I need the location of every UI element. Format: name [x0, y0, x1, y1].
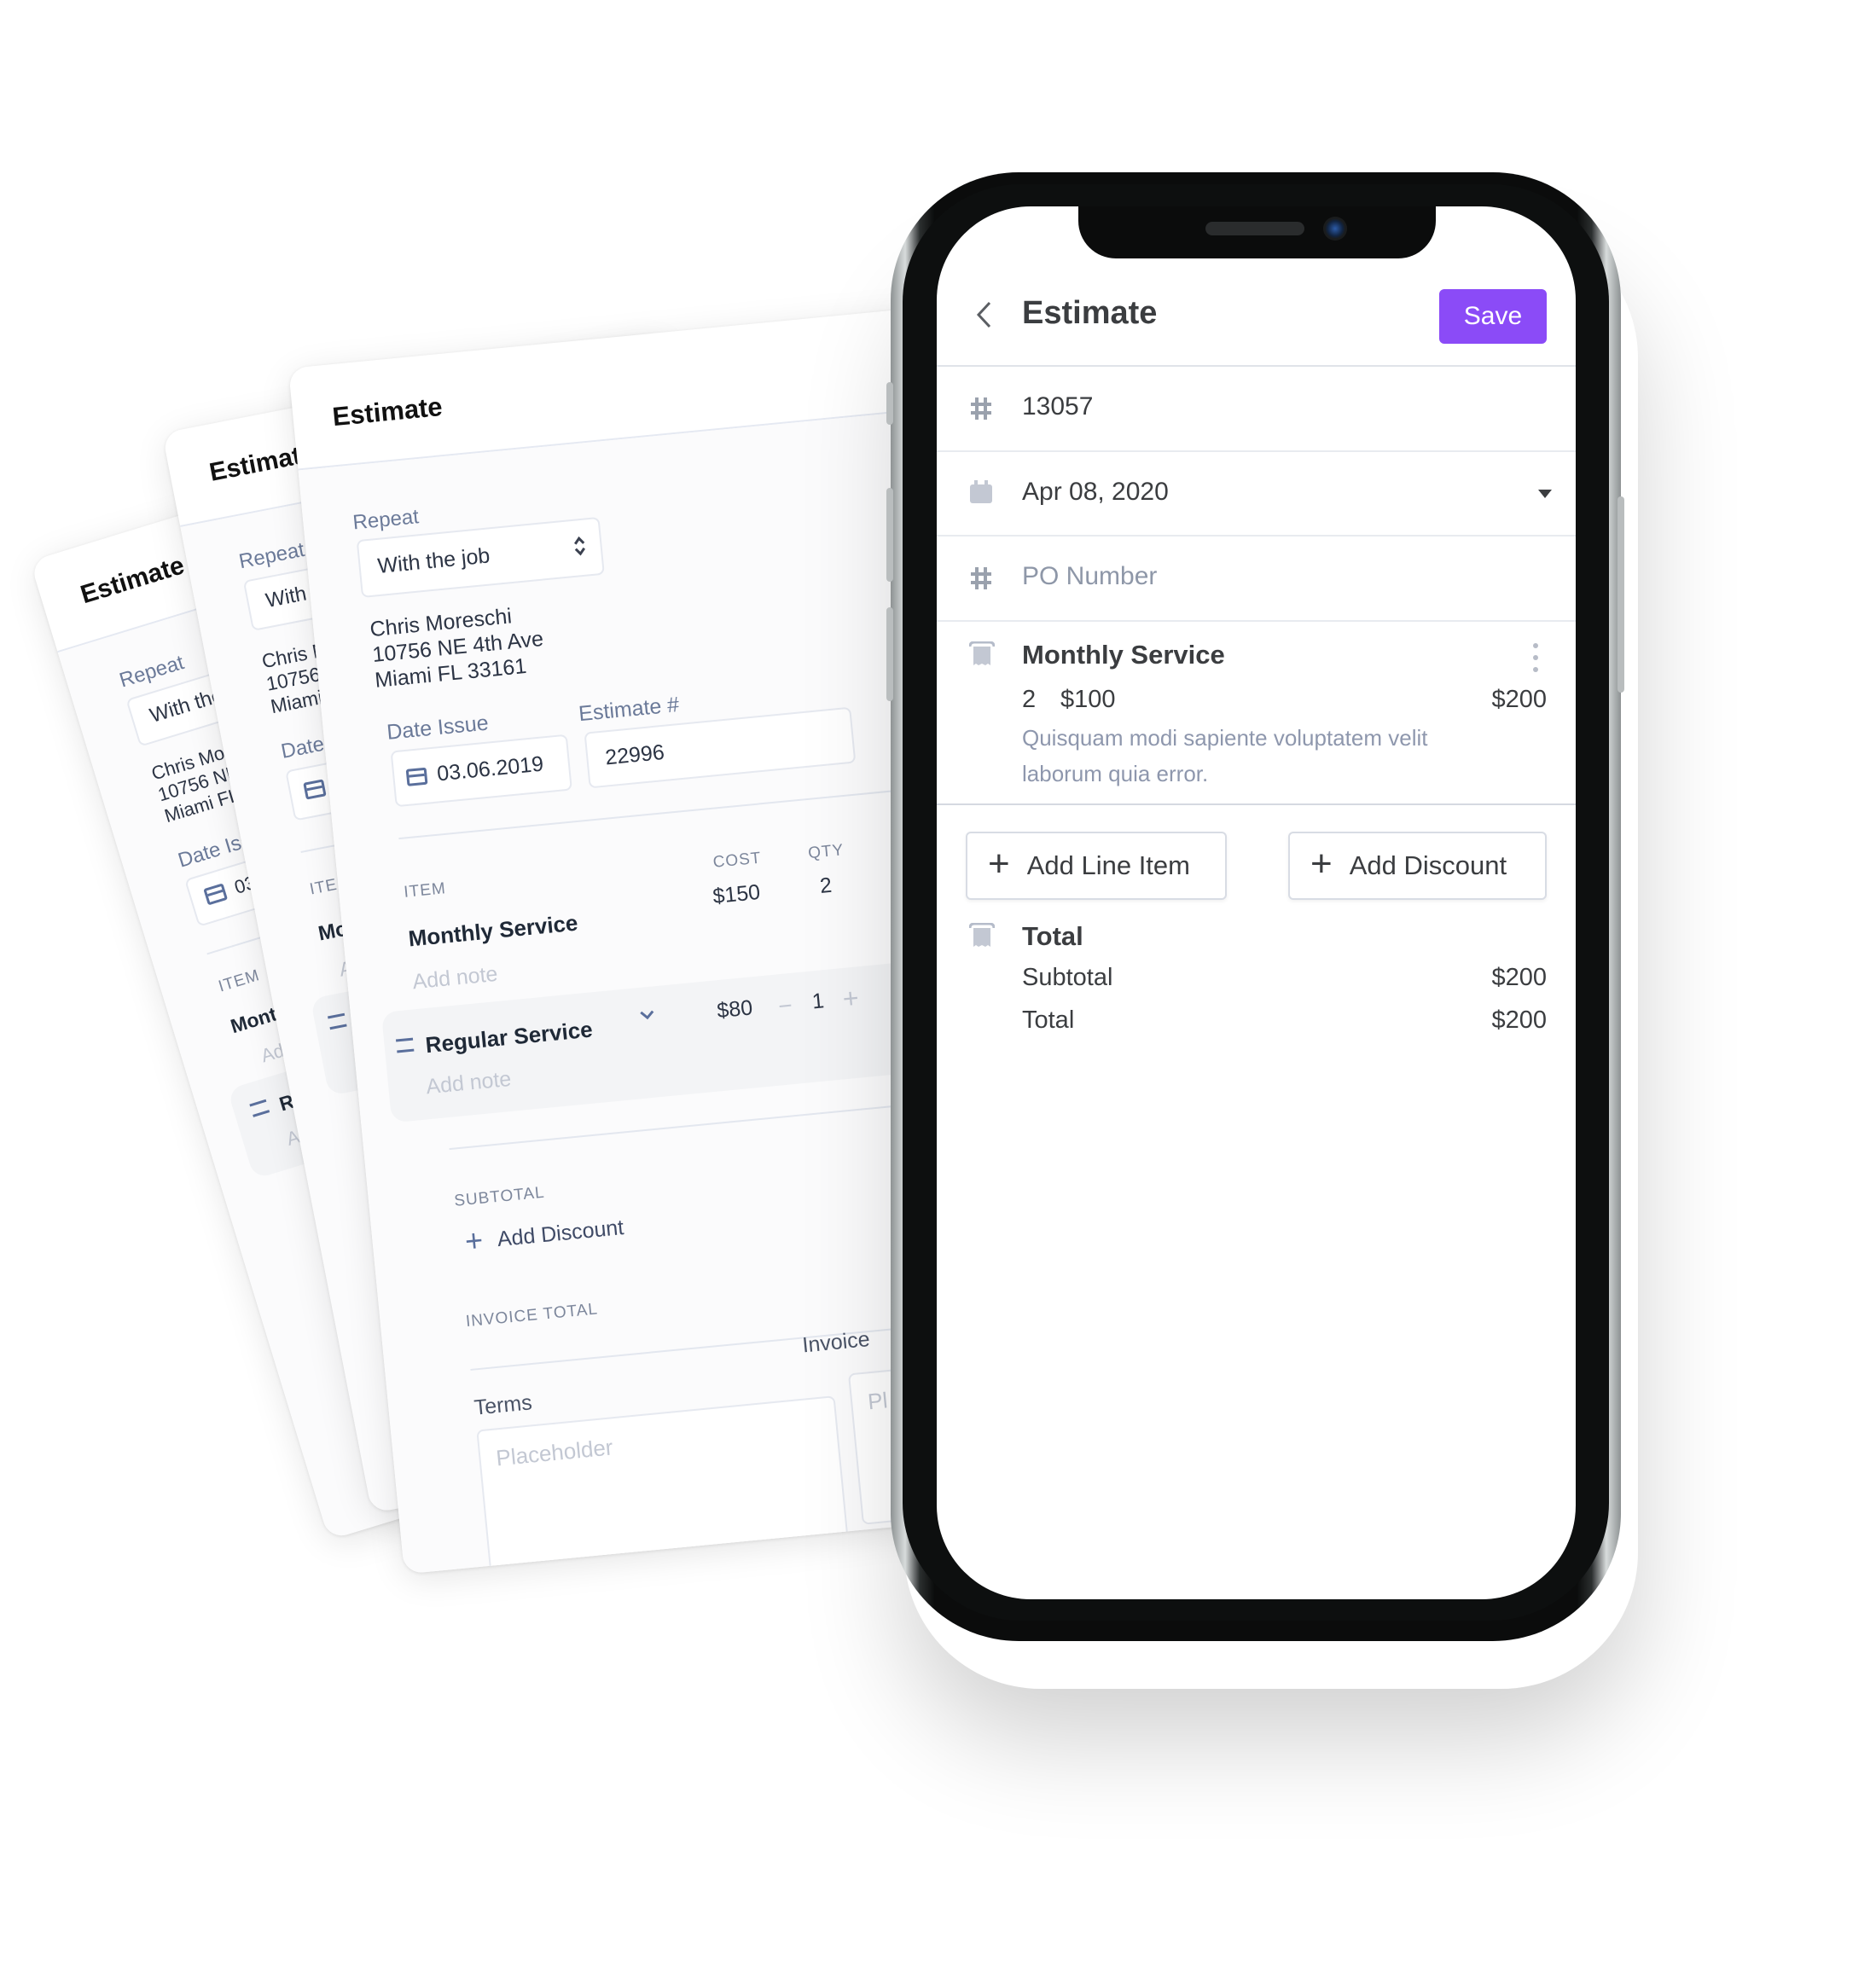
date-issue-field[interactable]: 03.06.2019 [390, 734, 572, 808]
calendar-icon [970, 480, 992, 503]
hash-icon [971, 567, 991, 589]
receipt-icon [969, 923, 995, 947]
hash-icon [971, 397, 991, 420]
calendar-icon [203, 883, 229, 906]
volume-up-button [886, 488, 893, 582]
total-label: Total [1022, 1006, 1075, 1034]
repeat-label: Repeat [351, 505, 421, 535]
power-button [1618, 496, 1624, 693]
qty-decrement-button[interactable]: − [777, 992, 793, 1020]
line-item-name: Monthly Service [1022, 640, 1225, 670]
terms-textarea[interactable]: Placeholder [476, 1395, 850, 1575]
line-item-unit-price: $100 [1060, 686, 1116, 713]
add-note-input[interactable]: Add note [411, 962, 498, 995]
item-column-header: ITEM [216, 966, 263, 996]
repeat-label: Repeat [236, 537, 307, 574]
po-number-row[interactable]: PO Number [937, 537, 1576, 618]
chevron-down-icon[interactable] [638, 1008, 656, 1022]
caret-down-icon[interactable] [1538, 490, 1552, 498]
line-item-qty[interactable]: 1 [811, 989, 826, 1014]
date-issue-label: Date Issue [386, 711, 490, 745]
po-number-input[interactable]: PO Number [1022, 562, 1157, 591]
date-row[interactable]: Apr 08, 2020 [937, 452, 1576, 534]
line-item-cost[interactable]: $80 [716, 995, 753, 1024]
drag-handle-icon[interactable] [249, 1099, 270, 1117]
line-item-qty: 2 [1022, 686, 1037, 713]
subtotal-label: Subtotal [1022, 964, 1113, 991]
date-value: Apr 08, 2020 [1022, 478, 1169, 506]
cost-column-header: COST [711, 849, 763, 872]
estimate-number-value: 13057 [1022, 392, 1094, 421]
updown-chevron-icon [574, 536, 586, 556]
add-line-item-button[interactable]: + Add Line Item [966, 832, 1227, 900]
totals-heading: Total [1022, 921, 1083, 951]
total-value: $200 [1491, 1006, 1547, 1034]
volume-down-button [886, 607, 893, 701]
estimate-number-label: Estimate # [578, 692, 681, 727]
speaker-grille [1205, 222, 1304, 235]
item-column-header: ITEM [403, 879, 447, 902]
plus-icon: + [988, 843, 1010, 885]
set-default-terms-link[interactable]: Set default terms [654, 1558, 798, 1574]
page-title: Estimate [1022, 295, 1158, 331]
subtotal-value: $200 [1491, 964, 1547, 991]
notch [1078, 206, 1436, 258]
line-item-amount: $200 [1491, 686, 1547, 713]
line-item-name: Monthly Service [407, 909, 579, 952]
add-discount-link[interactable]: Add Discount [497, 1215, 625, 1252]
qty-column-header: QTY [807, 841, 845, 863]
drag-handle-icon[interactable] [327, 1012, 347, 1030]
card-title: Estimate [331, 392, 444, 432]
line-item-note: Quisquam modi sapiente voluptatem velit … [1022, 725, 1428, 786]
divider [937, 620, 1576, 622]
plus-icon: + [1310, 843, 1333, 885]
save-button[interactable]: Save [1439, 289, 1547, 344]
estimate-number-row[interactable]: 13057 [937, 367, 1576, 449]
plus-icon[interactable]: + [463, 1222, 485, 1260]
add-discount-button[interactable]: + Add Discount [1288, 832, 1547, 900]
invoice-total-label: INVOICE TOTAL [465, 1300, 599, 1331]
calendar-icon [405, 767, 428, 786]
line-item-cost[interactable]: $150 [711, 880, 761, 909]
receipt-icon [969, 641, 995, 665]
invoice-note-label: Invoice [801, 1326, 871, 1358]
drag-handle-icon[interactable] [395, 1037, 415, 1053]
card-title: Estimate [77, 551, 188, 610]
qty-increment-button[interactable]: + [841, 982, 860, 1015]
front-camera [1323, 217, 1347, 241]
more-options-icon[interactable] [1533, 643, 1538, 672]
phone-screen: Estimate Save 13057 Apr 08, 2020 PO Numb… [937, 206, 1576, 1599]
terms-label: Terms [473, 1390, 533, 1420]
divider [937, 803, 1576, 805]
subtotal-label: SUBTOTAL [453, 1183, 546, 1210]
calendar-icon [303, 779, 327, 800]
line-item-qty[interactable]: 2 [819, 873, 833, 899]
chevron-left-icon[interactable] [971, 299, 1000, 331]
mute-switch [886, 382, 893, 425]
